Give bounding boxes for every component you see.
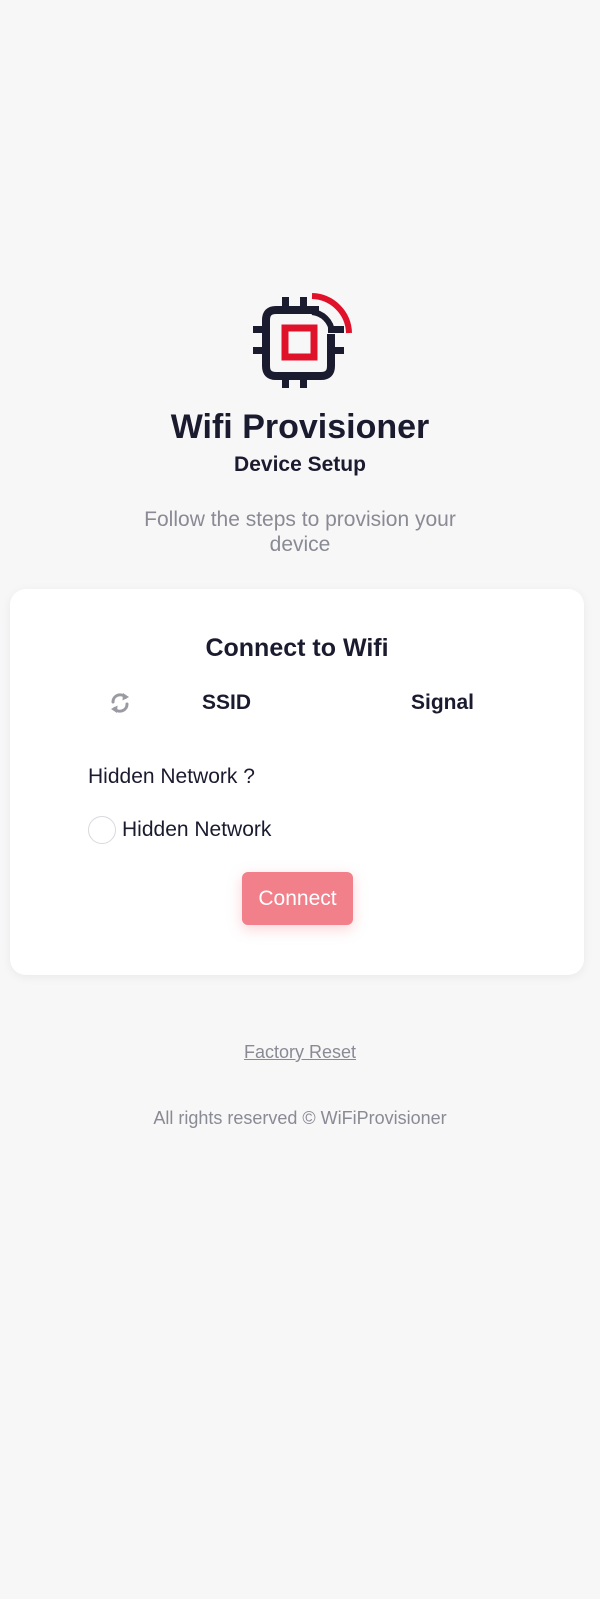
header: Wifi Provisioner Device Setup Follow the… [0, 290, 600, 557]
refresh-icon-graphic [111, 693, 129, 713]
refresh-icon[interactable] [108, 691, 132, 715]
chip-wifi-icon [253, 293, 352, 388]
page-description: Follow the steps to provision your devic… [144, 508, 456, 557]
footer-copyright: All rights reserved © WiFiProvisioner [153, 1108, 447, 1128]
hidden-network-label: Hidden Network ? [88, 765, 255, 788]
page-subtitle: Device Setup [234, 453, 366, 477]
card-title: Connect to Wifi [205, 634, 389, 662]
hidden-network-radio-label: Hidden Network [122, 818, 272, 841]
hidden-network-radio[interactable] [88, 816, 116, 844]
connect-button[interactable]: Connect [242, 872, 353, 925]
page-title: Wifi Provisioner [170, 408, 430, 446]
factory-reset-container: Factory Reset [0, 1042, 600, 1063]
network-table-header: SSID Signal [10, 689, 584, 719]
factory-reset-link[interactable]: Factory Reset [244, 1042, 356, 1062]
hidden-network-radio-option[interactable]: Hidden Network [88, 814, 271, 846]
connect-card: Connect to Wifi SSID Signal Hidden Netwo… [10, 589, 584, 975]
column-header-ssid: SSID [202, 691, 252, 714]
column-header-signal: Signal [411, 691, 475, 714]
